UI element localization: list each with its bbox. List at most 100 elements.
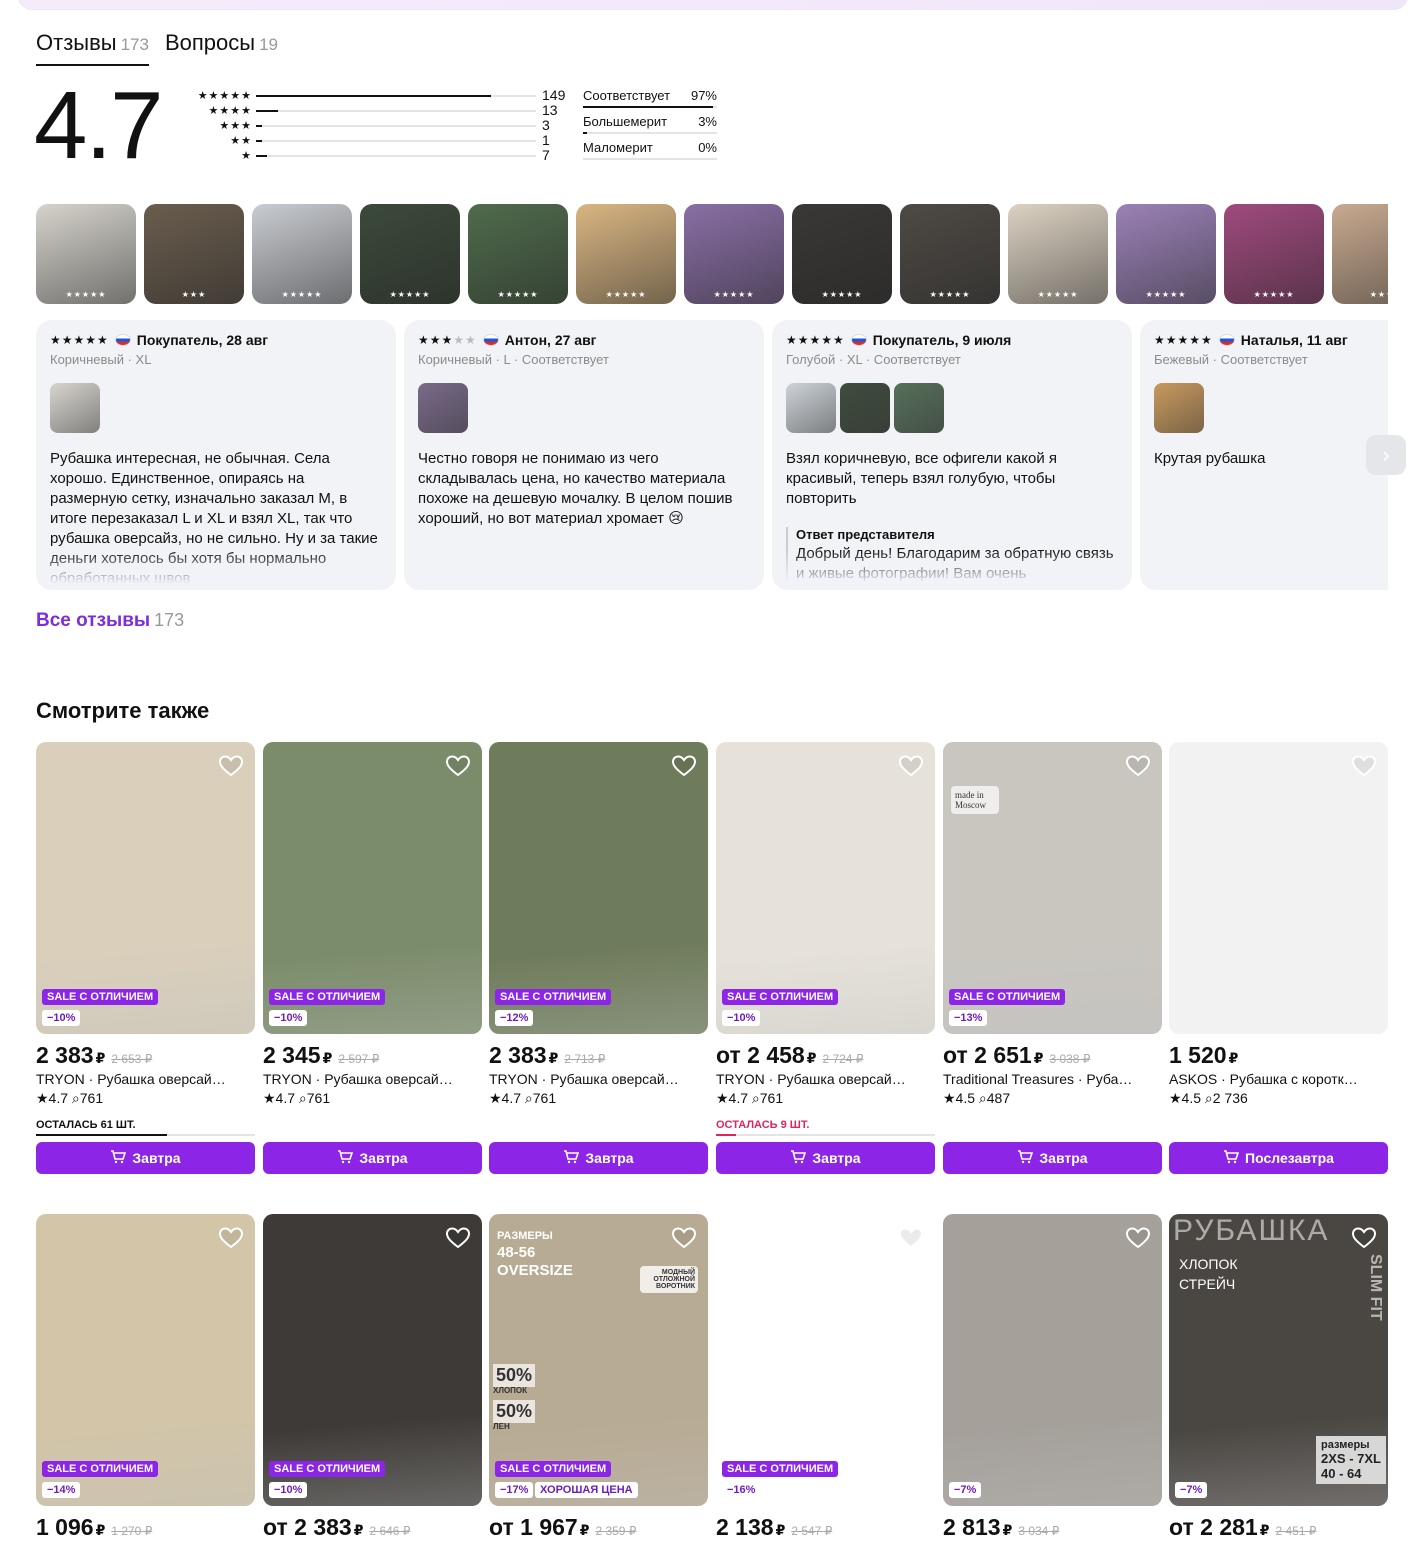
review-photo[interactable]: ★★★★★ bbox=[1008, 204, 1108, 304]
product-card[interactable]: SALE С ОТЛИЧИЕМ −12% 2 383 ₽2 713 ₽ TRYON · … bbox=[489, 742, 708, 1174]
favorite-heart-icon[interactable] bbox=[897, 752, 925, 780]
review-thumbnail[interactable] bbox=[1154, 383, 1204, 433]
product-image[interactable] bbox=[1169, 742, 1388, 1034]
review-thumbnail[interactable] bbox=[894, 383, 944, 433]
promo-material: ХЛОПОК bbox=[493, 1386, 528, 1395]
review-card[interactable]: ★★★★★ Покупатель, 28 авг Коричневый · XL Ру… bbox=[36, 320, 396, 590]
product-card[interactable]: made in Moscow SALE С ОТЛИЧИЕМ −13% от 2 65… bbox=[943, 742, 1162, 1174]
product-image[interactable]: SALE С ОТЛИЧИЕМ −16% bbox=[716, 1214, 935, 1506]
review-photo[interactable]: ★★★★★ bbox=[576, 204, 676, 304]
add-to-cart-button[interactable]: Послезавтра bbox=[1169, 1142, 1388, 1174]
favorite-heart-icon[interactable] bbox=[1124, 1224, 1152, 1252]
product-card[interactable]: SALE С ОТЛИЧИЕМ −10% 2 383 ₽2 653 ₽ TRYON · … bbox=[36, 742, 255, 1174]
review-card[interactable]: ★★★★★ Антон, 27 авг Коричневый · L · Соотв… bbox=[404, 320, 764, 590]
favorite-heart-icon[interactable] bbox=[217, 1224, 245, 1252]
add-to-cart-button[interactable]: Завтра bbox=[943, 1142, 1162, 1174]
product-card[interactable]: SALE С ОТЛИЧИЕМ −10% 2 345 ₽2 597 ₽ TRYON · … bbox=[263, 742, 482, 1174]
product-name[interactable]: TRYON · Рубашка оверсай… bbox=[263, 1071, 482, 1087]
product-card[interactable]: РАЗМЕРЫ 48-56 OVERSIZE МОДНЫЙ ОТЛОЖНОЙ ВОРО… bbox=[489, 1214, 708, 1541]
next-arrow-button[interactable]: › bbox=[1366, 435, 1406, 475]
price-currency: ₽ bbox=[353, 1522, 364, 1538]
favorite-heart-icon[interactable] bbox=[1350, 752, 1378, 780]
promo-sizes-label: размеры bbox=[1321, 1439, 1370, 1451]
fit-label: Маломерит bbox=[583, 140, 653, 155]
review-photo[interactable]: ★★★★★ bbox=[900, 204, 1000, 304]
photo-star-icons: ★★★★★ bbox=[497, 290, 539, 299]
product-name[interactable]: Traditional Treasures · Руба… bbox=[943, 1071, 1162, 1087]
discount-badge: −17% bbox=[495, 1482, 534, 1498]
old-price: 1 270 ₽ bbox=[111, 1524, 153, 1538]
favorite-heart-icon[interactable] bbox=[1124, 752, 1152, 780]
product-image[interactable]: SALE С ОТЛИЧИЕМ −14% bbox=[36, 1214, 255, 1506]
review-thumbnail[interactable] bbox=[50, 383, 100, 433]
product-image[interactable]: SALE С ОТЛИЧИЕМ −10% bbox=[263, 742, 482, 1034]
star-icons: ★★★ bbox=[219, 120, 252, 132]
fit-bar-fill bbox=[583, 132, 588, 134]
tab-reviews[interactable]: Отзывы 173 bbox=[36, 30, 149, 66]
review-photo[interactable]: ★★★★★ bbox=[1224, 204, 1324, 304]
review-header: ★★★★★ Покупатель, 28 авг bbox=[50, 332, 382, 348]
review-photo[interactable]: ★★★★★ bbox=[792, 204, 892, 304]
all-reviews-link[interactable]: Все отзывы 173 bbox=[36, 610, 184, 632]
product-image[interactable]: SALE С ОТЛИЧИЕМ −10% bbox=[263, 1214, 482, 1506]
product-image[interactable]: РУБАШКА ХЛОПОК СТРЕЙЧ SLIM FIT размеры 2XS - … bbox=[1169, 1214, 1388, 1506]
review-photo[interactable]: ★★★★★ bbox=[252, 204, 352, 304]
review-photo[interactable]: ★★★ bbox=[144, 204, 244, 304]
product-name[interactable]: TRYON · Рубашка оверсай… bbox=[36, 1071, 255, 1087]
product-image[interactable]: −7% bbox=[943, 1214, 1162, 1506]
promo-sizes: 40 - 64 bbox=[1321, 1466, 1362, 1481]
review-card[interactable]: ★★★★★ Покупатель, 9 июля Голубой · XL · Со… bbox=[772, 320, 1132, 590]
old-price: 2 653 ₽ bbox=[111, 1052, 153, 1066]
product-image[interactable]: SALE С ОТЛИЧИЕМ −10% bbox=[716, 742, 935, 1034]
product-image[interactable]: made in Moscow SALE С ОТЛИЧИЕМ −13% bbox=[943, 742, 1162, 1034]
product-name[interactable]: ASKOS · Рубашка с коротк… bbox=[1169, 1071, 1388, 1087]
add-to-cart-button[interactable]: Завтра bbox=[263, 1142, 482, 1174]
review-thumbnails bbox=[786, 383, 1118, 433]
product-card[interactable]: РУБАШКА ХЛОПОК СТРЕЙЧ SLIM FIT размеры 2XS - … bbox=[1169, 1214, 1388, 1541]
product-price: от 2 281 ₽2 451 ₽ bbox=[1169, 1514, 1388, 1541]
review-thumbnail[interactable] bbox=[418, 383, 468, 433]
old-price: 2 451 ₽ bbox=[1275, 1524, 1317, 1538]
price-value: от 2 651 bbox=[943, 1042, 1032, 1068]
product-card[interactable]: SALE С ОТЛИЧИЕМ −10% от 2 458 ₽2 724 ₽ TRYON… bbox=[716, 742, 935, 1174]
product-price: 2 138 ₽2 547 ₽ bbox=[716, 1514, 935, 1541]
product-image[interactable]: РАЗМЕРЫ 48-56 OVERSIZE МОДНЫЙ ОТЛОЖНОЙ ВОРО… bbox=[489, 1214, 708, 1506]
favorite-heart-icon[interactable] bbox=[444, 752, 472, 780]
favorite-heart-icon[interactable] bbox=[897, 1224, 925, 1252]
review-thumbnail[interactable] bbox=[786, 383, 836, 433]
product-image[interactable]: SALE С ОТЛИЧИЕМ −12% bbox=[489, 742, 708, 1034]
price-currency: ₽ bbox=[1259, 1522, 1270, 1538]
price-currency: ₽ bbox=[548, 1050, 559, 1066]
product-card[interactable]: SALE С ОТЛИЧИЕМ −14% 1 096 ₽1 270 ₽ bbox=[36, 1214, 255, 1541]
favorite-heart-icon[interactable] bbox=[1350, 1224, 1378, 1252]
fit-label: Большемерит bbox=[583, 114, 668, 129]
favorite-heart-icon[interactable] bbox=[670, 1224, 698, 1252]
product-card[interactable]: 1 520 ₽ ASKOS · Рубашка с коротк… ★4.5 ⌕2 7… bbox=[1169, 742, 1388, 1174]
add-to-cart-button[interactable]: Завтра bbox=[36, 1142, 255, 1174]
review-thumbnail[interactable] bbox=[840, 383, 890, 433]
product-name[interactable]: TRYON · Рубашка оверсай… bbox=[489, 1071, 708, 1087]
favorite-heart-icon[interactable] bbox=[670, 752, 698, 780]
favorite-heart-icon[interactable] bbox=[444, 1224, 472, 1252]
review-photo[interactable]: ★★★★★ bbox=[360, 204, 460, 304]
favorite-heart-icon[interactable] bbox=[217, 752, 245, 780]
review-photo[interactable]: ★★★★★ bbox=[36, 204, 136, 304]
product-card[interactable]: −7% 2 813 ₽3 034 ₽ bbox=[943, 1214, 1162, 1541]
product-card[interactable]: SALE С ОТЛИЧИЕМ −16% 2 138 ₽2 547 ₽ bbox=[716, 1214, 935, 1541]
rating-row: ★★★★ 13 bbox=[184, 102, 574, 118]
product-card[interactable]: SALE С ОТЛИЧИЕМ −10% от 2 383 ₽2 646 ₽ bbox=[263, 1214, 482, 1541]
review-variant: Коричневый · L · Соответствует bbox=[418, 352, 609, 367]
review-photo[interactable]: ★★★★★ bbox=[684, 204, 784, 304]
review-photo[interactable]: ★★★ bbox=[1332, 204, 1388, 304]
add-to-cart-button[interactable]: Завтра bbox=[716, 1142, 935, 1174]
review-photo[interactable]: ★★★★★ bbox=[1116, 204, 1216, 304]
photo-star-icons: ★★★★★ bbox=[389, 290, 431, 299]
review-photo[interactable]: ★★★★★ bbox=[468, 204, 568, 304]
fit-bar bbox=[583, 158, 717, 160]
product-name[interactable]: TRYON · Рубашка оверсай… bbox=[716, 1071, 935, 1087]
review-card[interactable]: ★★★★★ Наталья, 11 авг Бежевый · Соответств… bbox=[1140, 320, 1388, 590]
product-image[interactable]: SALE С ОТЛИЧИЕМ −10% bbox=[36, 742, 255, 1034]
tab-questions[interactable]: Вопросы 19 bbox=[165, 30, 278, 66]
add-to-cart-button[interactable]: Завтра bbox=[489, 1142, 708, 1174]
comment-icon: ⌕ bbox=[295, 1090, 307, 1106]
